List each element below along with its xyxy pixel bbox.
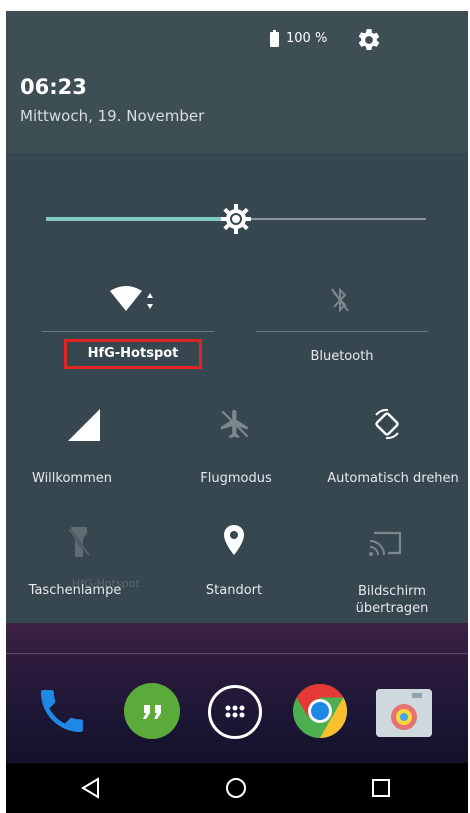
brightness-icon[interactable]: [220, 203, 252, 235]
phone-icon: [41, 690, 83, 732]
signal-icon: [68, 409, 100, 441]
location-tile-label: Standort: [205, 583, 263, 598]
home-screen-dock: [6, 623, 468, 763]
airplane-tile-label: Flugmodus: [200, 471, 272, 486]
back-icon[interactable]: [80, 777, 102, 799]
flashlight-off-icon: [68, 527, 90, 557]
chrome-icon: [293, 684, 348, 738]
navigation-bar: [6, 763, 468, 813]
cast-icon: [369, 531, 402, 556]
wifi-tile-label[interactable]: HfG-Hotspot: [64, 339, 202, 369]
quick-settings-panel: HfG-Hotspot Bluetooth Willkommen Flugmod: [6, 153, 468, 623]
cast-label-line1: Bildschirm: [358, 584, 426, 599]
dock-divider: [6, 653, 468, 654]
home-icon[interactable]: [224, 776, 248, 800]
clock-time: 06:23: [20, 75, 87, 99]
recents-icon[interactable]: [370, 777, 392, 799]
quick-settings-screen: 100 % 06:23 Mittwoch, 19. November HfG-H…: [6, 11, 468, 813]
gear-icon[interactable]: [356, 27, 382, 53]
signal-tile-label: Willkommen: [32, 471, 112, 486]
rotate-tile-label: Automatisch drehen: [327, 471, 459, 486]
battery-percent: 100 %: [286, 31, 328, 46]
camera-app-icon[interactable]: [376, 689, 432, 737]
clock-date: Mittwoch, 19. November: [20, 107, 205, 125]
notification-header: 100 % 06:23 Mittwoch, 19. November: [6, 11, 468, 153]
flashlight-tile-label: Taschenlampe: [28, 583, 122, 598]
location-pin-icon: [224, 525, 244, 555]
bluetooth-off-icon: [331, 287, 349, 313]
battery-full-icon: [270, 30, 279, 47]
app-grid-icon: [225, 705, 245, 718]
phone-app-icon[interactable]: [34, 683, 90, 739]
cast-tile-label: Bildschirm übertragen: [326, 583, 458, 617]
chrome-app-icon[interactable]: [292, 683, 348, 739]
hangouts-icon: [143, 705, 161, 719]
camera-icon: [376, 689, 432, 737]
bluetooth-tile-label: Bluetooth: [310, 349, 374, 364]
brightness-slider[interactable]: [46, 203, 426, 235]
app-drawer-icon[interactable]: [208, 685, 262, 739]
wifi-divider: [42, 331, 214, 332]
bluetooth-divider: [256, 331, 428, 332]
brightness-fill: [46, 217, 236, 221]
airplane-icon: [220, 409, 249, 439]
cast-label-line2: übertragen: [355, 601, 429, 616]
hangouts-app-icon[interactable]: [124, 683, 180, 739]
wifi-icon: [110, 286, 153, 311]
rotate-icon: [375, 408, 399, 440]
